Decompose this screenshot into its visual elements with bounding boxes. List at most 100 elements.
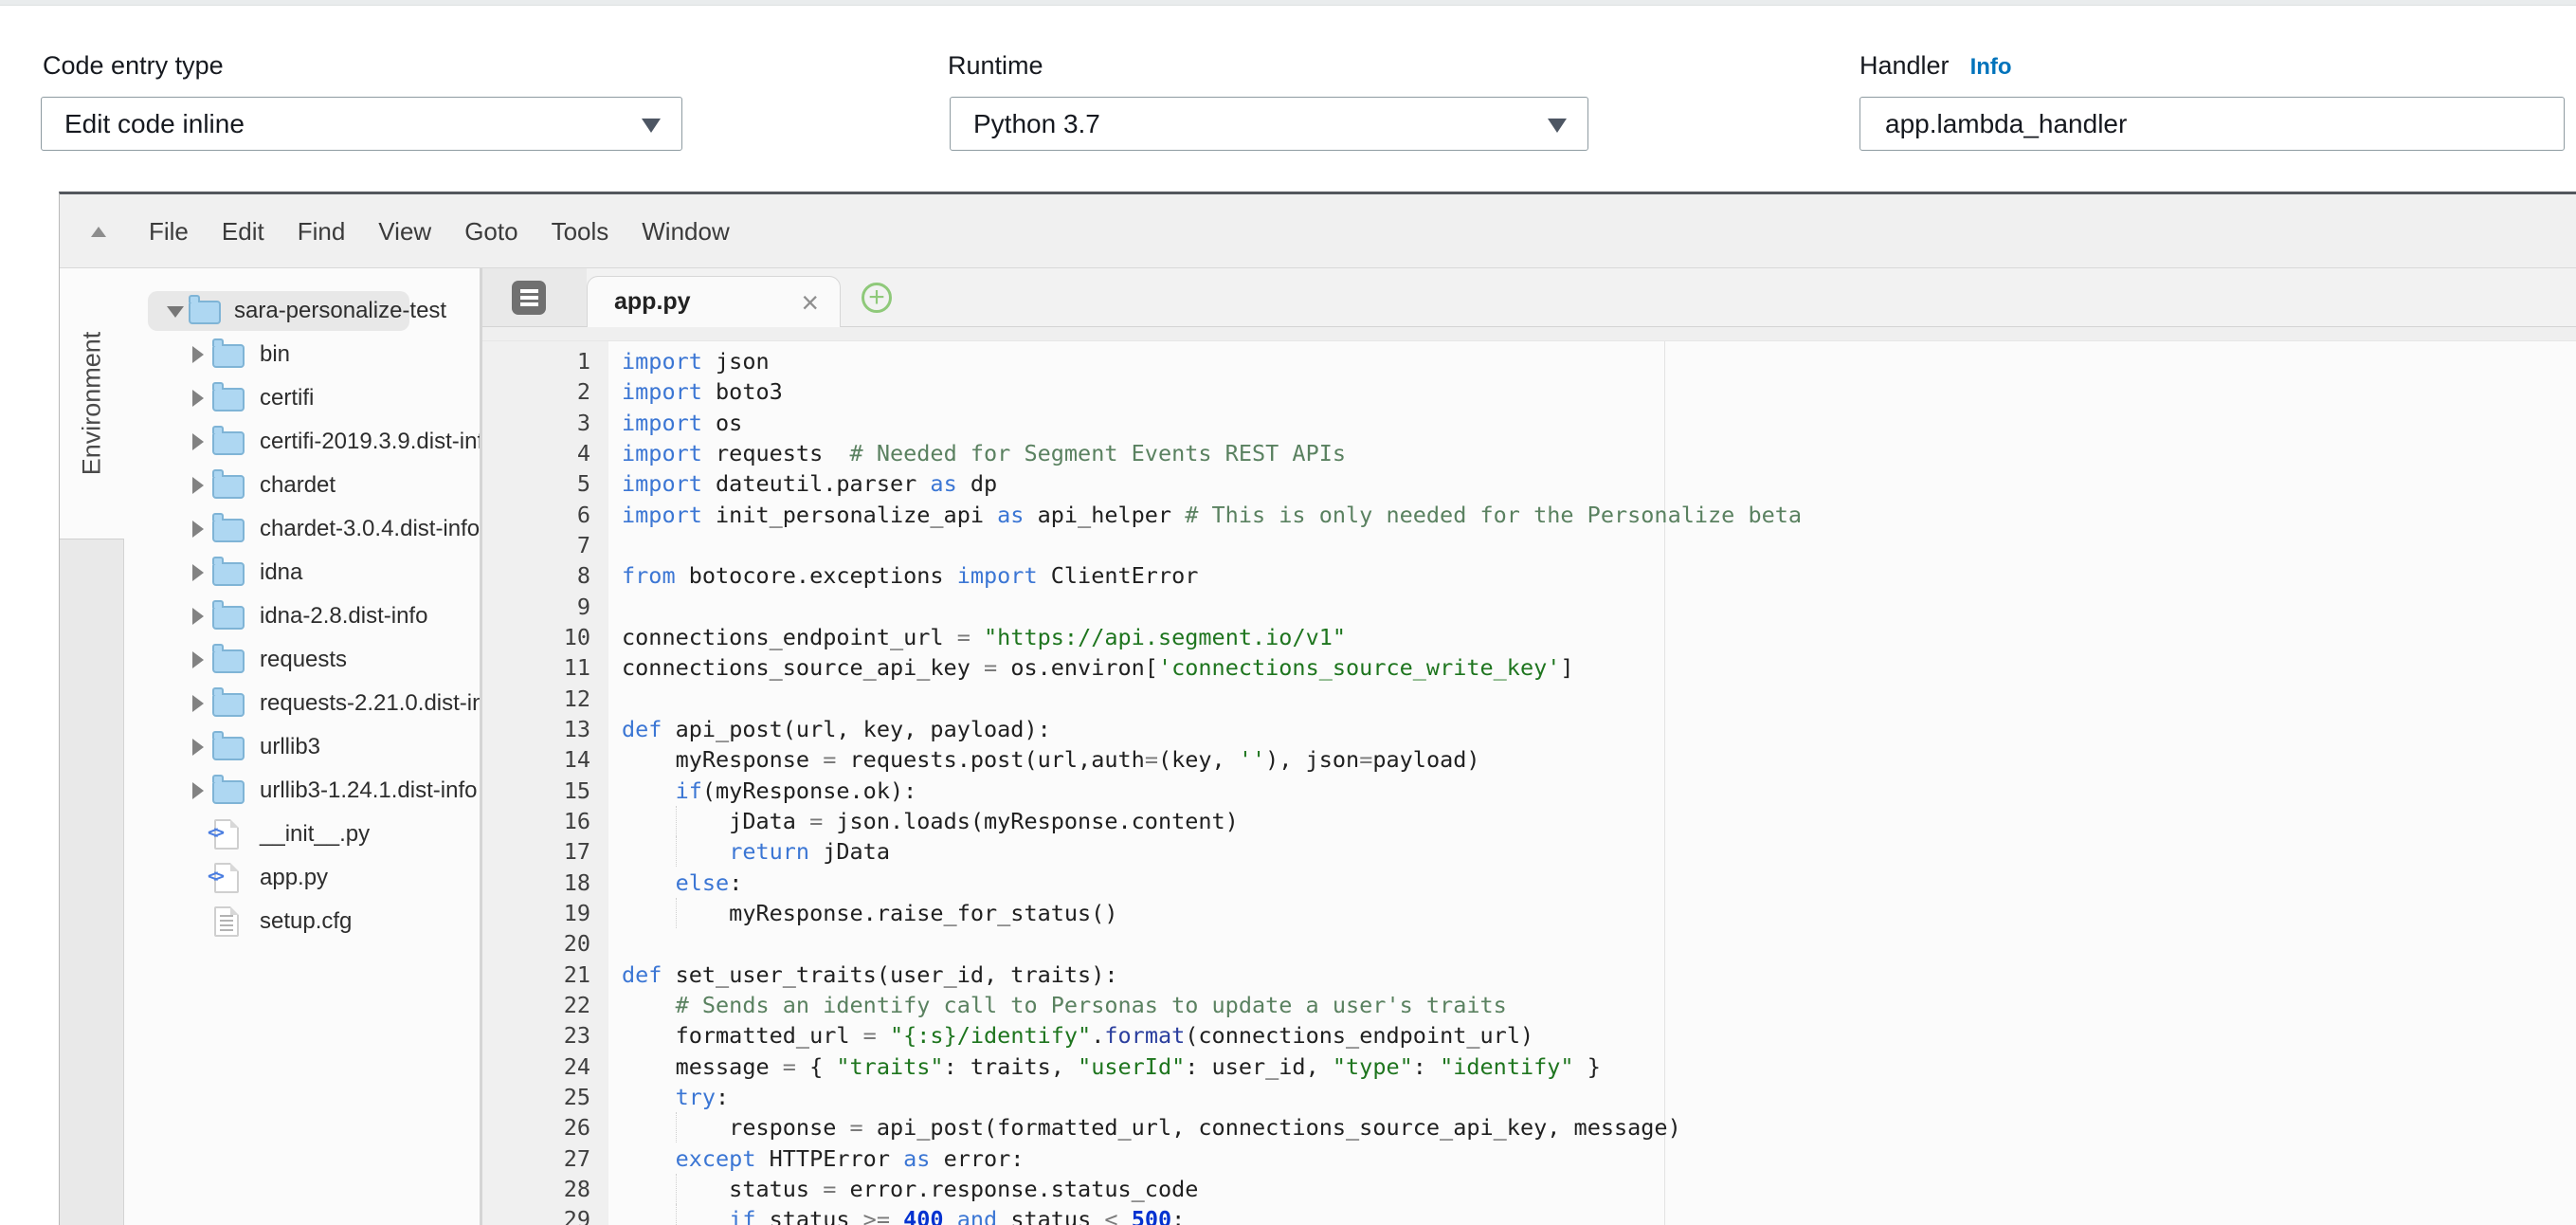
code-line[interactable]: import json [622,346,770,376]
line-number[interactable]: 22 [564,990,590,1020]
tree-item-bin[interactable]: bin [124,333,480,376]
menu-item-tools[interactable]: Tools [552,217,609,247]
code-line[interactable]: import os [622,408,742,438]
code-line[interactable]: message = { "traits": traits, "userId": … [622,1051,1601,1082]
tree-item-idna[interactable]: idna [124,551,480,594]
line-number[interactable]: 6 [577,500,590,530]
line-number[interactable]: 13 [564,714,590,744]
code-line[interactable]: status = error.response.status_code [622,1174,1198,1204]
code-editor[interactable]: 1234567891011121314151617181920212223242… [482,341,2576,1225]
code-entry-type-select[interactable]: Edit code inline [41,97,682,151]
expander-collapsed-icon[interactable] [192,564,204,581]
expander-collapsed-icon[interactable] [192,608,204,625]
menu-item-window[interactable]: Window [642,217,729,247]
collapse-editor-icon[interactable] [91,227,106,237]
line-number[interactable]: 16 [564,806,590,836]
expander-collapsed-icon[interactable] [192,390,204,407]
tree-item-requests[interactable]: requests [124,638,480,682]
code-line[interactable]: return jData [622,836,890,867]
expander-collapsed-icon[interactable] [192,695,204,712]
code-line[interactable]: import init_personalize_api as api_helpe… [622,500,1802,530]
code-line[interactable]: import dateutil.parser as dp [622,468,997,499]
tree-item-urllib3[interactable]: urllib3 [124,725,480,769]
tree-item-idna-2-8-dist-info[interactable]: idna-2.8.dist-info [124,594,480,638]
code-line[interactable]: # Sends an identify call to Personas to … [622,990,1507,1020]
line-number[interactable]: 15 [564,776,590,806]
line-number[interactable]: 18 [564,868,590,898]
tree-item--init-py[interactable]: __init__.py [124,813,480,856]
line-number[interactable]: 21 [564,960,590,990]
new-tab-button[interactable]: + [862,283,892,313]
handler-input[interactable] [1859,97,2565,151]
line-number[interactable]: 17 [564,836,590,867]
code-line[interactable]: response = api_post(formatted_url, conne… [622,1112,1681,1143]
tree-item-urllib3-1-24-1-dist-info[interactable]: urllib3-1.24.1.dist-info [124,769,480,813]
expander-collapsed-icon[interactable] [192,521,204,538]
line-number[interactable]: 26 [564,1112,590,1143]
menu-item-edit[interactable]: Edit [222,217,264,247]
runtime-select[interactable]: Python 3.7 [950,97,1588,151]
tree-item-sara-personalize-test[interactable]: sara-personalize-test [124,289,480,333]
tree-item-chardet[interactable]: chardet [124,464,480,507]
line-number[interactable]: 14 [564,744,590,775]
code-line[interactable]: if(myResponse.ok): [622,776,916,806]
code-line[interactable]: if status >= 400 and status < 500: [622,1204,1185,1225]
code-line[interactable]: import requests # Needed for Segment Eve… [622,438,1346,468]
menu-item-goto[interactable]: Goto [464,217,517,247]
code-line[interactable]: formatted_url = "{:s}/identify".format(c… [622,1020,1533,1051]
line-number[interactable]: 20 [564,928,590,959]
handler-info-link[interactable]: Info [1970,54,2012,80]
code-line[interactable]: myResponse = requests.post(url,auth=(key… [622,744,1480,775]
line-number[interactable]: 28 [564,1174,590,1204]
code-line[interactable]: from botocore.exceptions import ClientEr… [622,560,1198,591]
expander-collapsed-icon[interactable] [192,782,204,799]
line-number[interactable]: 5 [577,468,590,499]
line-number[interactable]: 9 [577,592,590,622]
code-line[interactable]: else: [622,868,742,898]
expander-collapsed-icon[interactable] [192,477,204,494]
line-number[interactable]: 2 [577,376,590,407]
code-line[interactable]: myResponse.raise_for_status() [622,898,1117,928]
code-line[interactable]: try: [622,1082,729,1112]
code-line[interactable]: def set_user_traits(user_id, traits): [622,960,1118,990]
tab-list-icon[interactable] [512,281,546,315]
code-line[interactable]: connections_endpoint_url = "https://api.… [622,622,1346,652]
tree-item-requests-2-21-0-dist-info[interactable]: requests-2.21.0.dist-info [124,682,480,725]
code-token-t: os.environ[ [997,654,1158,681]
tab-app-py[interactable]: app.py × [587,276,841,327]
line-number[interactable]: 3 [577,408,590,438]
line-number[interactable]: 24 [564,1051,590,1082]
tab-environment[interactable]: Environment [60,268,124,539]
expander-expanded-icon[interactable] [167,306,184,318]
code-line[interactable]: except HTTPError as error: [622,1143,1024,1174]
line-number[interactable]: 10 [564,622,590,652]
expander-collapsed-icon[interactable] [192,433,204,450]
line-number[interactable]: 19 [564,898,590,928]
line-number[interactable]: 4 [577,438,590,468]
close-tab-icon[interactable]: × [801,287,819,318]
expander-collapsed-icon[interactable] [192,651,204,668]
menu-item-file[interactable]: File [149,217,189,247]
line-number[interactable]: 25 [564,1082,590,1112]
menu-item-view[interactable]: View [378,217,431,247]
expander-collapsed-icon[interactable] [192,346,204,363]
tree-item-setup-cfg[interactable]: setup.cfg [124,900,480,943]
expander-collapsed-icon[interactable] [192,739,204,756]
tree-item-chardet-3-0-4-dist-info[interactable]: chardet-3.0.4.dist-info [124,507,480,551]
line-number[interactable]: 11 [564,652,590,683]
code-line[interactable]: def api_post(url, key, payload): [622,714,1051,744]
tree-item-app-py[interactable]: app.py [124,856,480,900]
tree-item-certifi[interactable]: certifi [124,376,480,420]
code-line[interactable]: import boto3 [622,376,783,407]
line-number[interactable]: 12 [564,684,590,714]
code-line[interactable]: jData = json.loads(myResponse.content) [622,806,1239,836]
line-number[interactable]: 29 [564,1204,590,1225]
tree-item-certifi-2019-3-9-dist-info[interactable]: certifi-2019.3.9.dist-info [124,420,480,464]
menu-item-find[interactable]: Find [298,217,346,247]
line-number[interactable]: 23 [564,1020,590,1051]
line-number[interactable]: 27 [564,1143,590,1174]
line-number[interactable]: 8 [577,560,590,591]
code-line[interactable]: connections_source_api_key = os.environ[… [622,652,1574,683]
line-number[interactable]: 1 [577,346,590,376]
line-number[interactable]: 7 [577,530,590,560]
